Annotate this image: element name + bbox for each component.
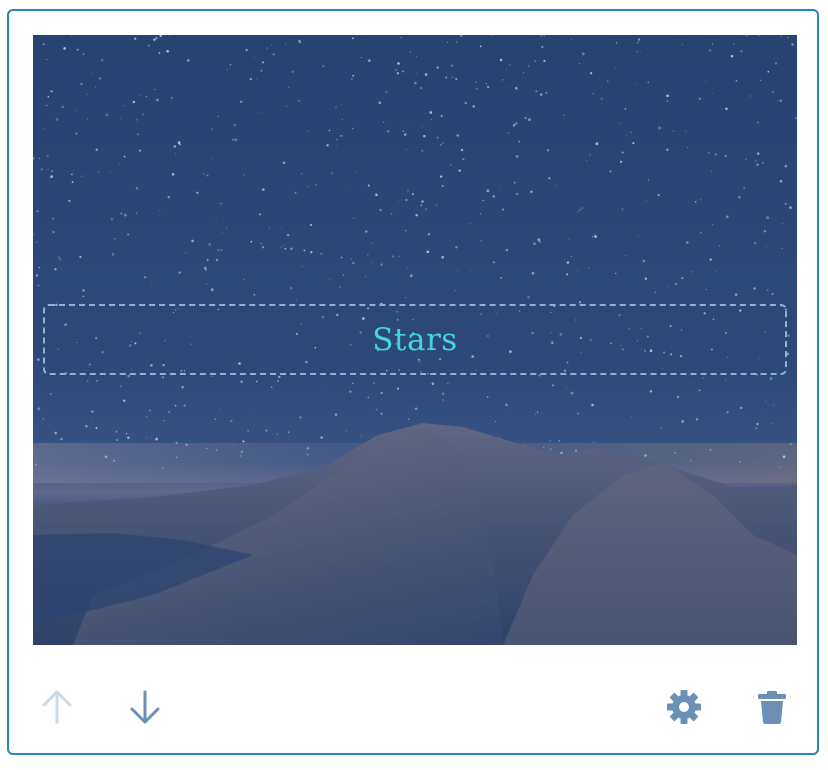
settings-button[interactable] bbox=[664, 687, 704, 727]
block-toolbar bbox=[9, 671, 817, 735]
background-image: Stars bbox=[33, 35, 797, 645]
gear-icon bbox=[667, 690, 701, 724]
trash-icon bbox=[758, 691, 786, 724]
arrow-up-icon bbox=[42, 690, 72, 724]
move-up-button[interactable] bbox=[37, 687, 77, 727]
image-block-card[interactable]: Stars bbox=[7, 9, 819, 755]
move-down-button[interactable] bbox=[125, 687, 165, 727]
arrow-down-icon bbox=[130, 690, 160, 724]
caption-text[interactable]: Stars bbox=[372, 322, 457, 358]
delete-button[interactable] bbox=[752, 687, 792, 727]
caption-box[interactable]: Stars bbox=[43, 304, 787, 375]
